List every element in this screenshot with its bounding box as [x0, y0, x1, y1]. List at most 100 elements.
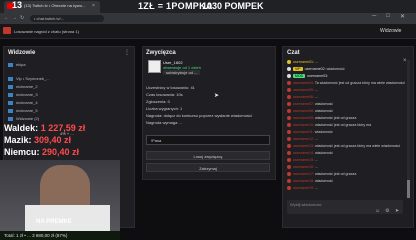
user-avatar-icon [287, 109, 291, 114]
chat-text: wiadomość jest od gracza który ma wiele … [314, 144, 401, 148]
tab-count-badge: 13 [12, 0, 23, 10]
chat-message: username04: Ta wiadomość jest od gracza … [287, 81, 405, 86]
chat-username[interactable]: username08: [293, 109, 315, 113]
webcam-label: NA PREMKE [36, 219, 72, 225]
viewer-item[interactable]: Vip • Szymonek_... [8, 76, 50, 81]
minimize-icon[interactable]: ─ [372, 13, 376, 19]
viewer-item[interactable]: Widzowie (2) [8, 116, 39, 121]
window-close-icon[interactable]: ✕ [400, 13, 405, 20]
chat-message: username17: wiadomość jest od gracza [287, 172, 356, 177]
chat-message: username09: wiadomość jest od gracza [287, 116, 357, 121]
chat-message: username14: wiadomość [287, 151, 333, 156]
chat-username[interactable]: username02: [305, 67, 327, 71]
chat-title: Czat [287, 50, 300, 56]
viewer-item[interactable]: nickname_5 [8, 108, 38, 113]
chat-message: username13: wiadomość jest od gracza któ… [287, 144, 401, 149]
viewers-count: ekipa [8, 62, 26, 67]
chat-text: wiadomość [314, 151, 333, 155]
cursor-icon: ➤ [214, 93, 220, 99]
chat-message: username18: wiadomość [287, 179, 333, 184]
user-avatar-icon [287, 130, 291, 135]
chat-username[interactable]: username12: [293, 137, 315, 141]
chat-username[interactable]: username10: [293, 123, 315, 127]
chat-username[interactable]: username07: [293, 102, 315, 106]
winner-info-row: Nagroda wymaga ... [146, 120, 182, 125]
user-avatar-icon [287, 88, 291, 93]
emote-icon[interactable]: ☺ [375, 208, 380, 214]
chat-message: username19: ... [287, 186, 318, 191]
chat-username[interactable]: username11: [293, 130, 315, 134]
chat-username[interactable]: username16: [293, 165, 315, 169]
winner-title: Zwycięzca [146, 50, 176, 56]
user-avatar-icon [287, 179, 291, 184]
chat-text: ... [314, 186, 318, 190]
chat-scrollbar[interactable] [407, 60, 410, 190]
chat-username[interactable]: username19: [293, 186, 315, 190]
chat-badge: MOD [293, 74, 306, 78]
chat-text: ... [314, 137, 318, 141]
draw-winner-button[interactable]: Losuj zwycięzcę [146, 151, 270, 160]
user-avatar-icon [287, 144, 291, 149]
reload-icon[interactable]: ↻ [20, 15, 24, 21]
url-field[interactable]: • chat.twitch.tv/... [30, 15, 104, 22]
donation-ticker: Total: 1 zł • ... 3 680,00 zł (87%) [0, 231, 120, 240]
chat-message: username11: wiadomość [287, 130, 333, 135]
winner-info-row: Liczba wygranych: 1 [146, 106, 183, 111]
chat-text: ... [314, 88, 318, 92]
chat-scroll-thumb[interactable] [407, 180, 410, 198]
user-avatar-icon [287, 74, 291, 79]
chat-username[interactable]: username03: [307, 74, 328, 78]
send-icon[interactable]: ➤ [395, 208, 399, 214]
viewer-item[interactable]: nickname_2 [8, 84, 38, 89]
chat-badge: VIP [293, 67, 303, 71]
chat-text: wiadomość [314, 130, 333, 134]
chat-text: wiadomość [326, 67, 345, 71]
chat-close-icon[interactable]: × [403, 58, 407, 64]
user-avatar-icon [287, 137, 291, 142]
chat-username[interactable]: username17: [293, 172, 315, 176]
chat-username[interactable]: username15: [293, 158, 315, 162]
viewer-item[interactable]: nickname_4 [8, 100, 38, 105]
winner-info-row: Nagroda: dołącz do konkursu poprzez wysł… [146, 113, 252, 118]
viewers-title: Widzowie [8, 50, 36, 56]
chat-message: username16: ... [287, 165, 318, 170]
user-avatar-icon [287, 60, 291, 65]
close-icon[interactable]: × [92, 3, 95, 9]
chat-text: ... [314, 60, 318, 64]
chat-username[interactable]: username01: [293, 60, 315, 64]
chat-message: username15: ... [287, 158, 318, 163]
user-avatar-icon [287, 151, 291, 156]
user-avatar-icon [287, 123, 291, 128]
forward-icon[interactable]: → [12, 15, 17, 21]
winner-sub-info: subskrybuje od ... [163, 70, 201, 75]
back-icon[interactable]: ← [4, 15, 9, 21]
chat-text: wiadomość jest od gracza [314, 116, 357, 120]
chat-username[interactable]: username18: [293, 179, 315, 183]
winner-info-row: Zgłoszenia: 0 [146, 99, 170, 104]
winner-info-row: Czas losowania: 10s [146, 92, 183, 97]
winner-info-row: Uczestnicy w losowaniu: 41 [146, 85, 195, 90]
stop-button[interactable]: Zatrzymaj [146, 163, 270, 172]
app-header-text: Losowanie nagród z chatu (strona 1) [14, 29, 79, 34]
chat-text: wiadomość [314, 179, 333, 183]
chat-message: username01: ... [287, 60, 318, 65]
chat-message: username08: wiadomość [287, 109, 333, 114]
keyword-input[interactable]: !Pasa [146, 135, 270, 145]
chat-text: wiadomość jest od gracza który ma [314, 123, 372, 127]
viewer-item[interactable]: nickname_3 [8, 92, 38, 97]
app-header-right[interactable]: Widzowie [380, 28, 401, 34]
chat-message: MOD username03: [287, 74, 328, 79]
chat-username[interactable]: username06: [293, 95, 315, 99]
chat-username[interactable]: username04: [293, 81, 315, 85]
chat-username[interactable]: username14: [293, 151, 315, 155]
chat-username[interactable]: username09: [293, 116, 315, 120]
more-icon[interactable]: ⋮ [124, 49, 130, 56]
user-avatar-icon [287, 172, 291, 177]
app-logo [3, 27, 11, 34]
chat-username[interactable]: username05: [293, 88, 315, 92]
maximize-icon[interactable]: □ [386, 13, 390, 19]
chat-username[interactable]: username13: [293, 144, 315, 148]
overlay-total: 1030 POMPEK [202, 1, 264, 11]
settings-icon[interactable]: ⚙ [385, 208, 389, 214]
user-avatar-icon [287, 102, 291, 107]
